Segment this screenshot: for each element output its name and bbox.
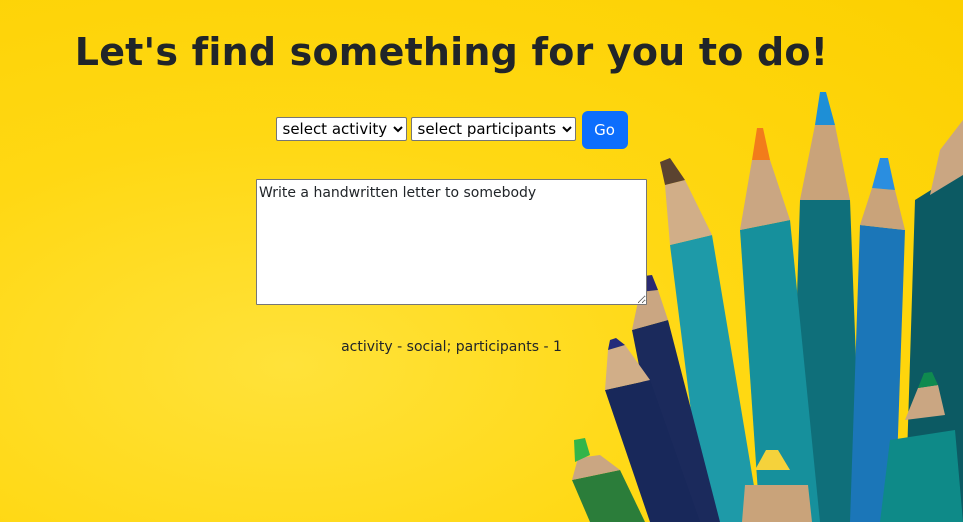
activity-info-text: activity - social; participants - 1 <box>341 339 562 355</box>
main-content: Let's find something for you to do! sele… <box>0 0 963 522</box>
activity-result-textarea[interactable]: Write a handwritten letter to somebody <box>256 179 647 305</box>
page-title: Let's find something for you to do! <box>74 30 829 74</box>
activity-select[interactable]: select activity <box>275 117 407 141</box>
participants-select[interactable]: select participants <box>410 117 576 141</box>
controls-row: select activity select participants Go <box>0 111 903 149</box>
go-button[interactable]: Go <box>581 111 628 149</box>
